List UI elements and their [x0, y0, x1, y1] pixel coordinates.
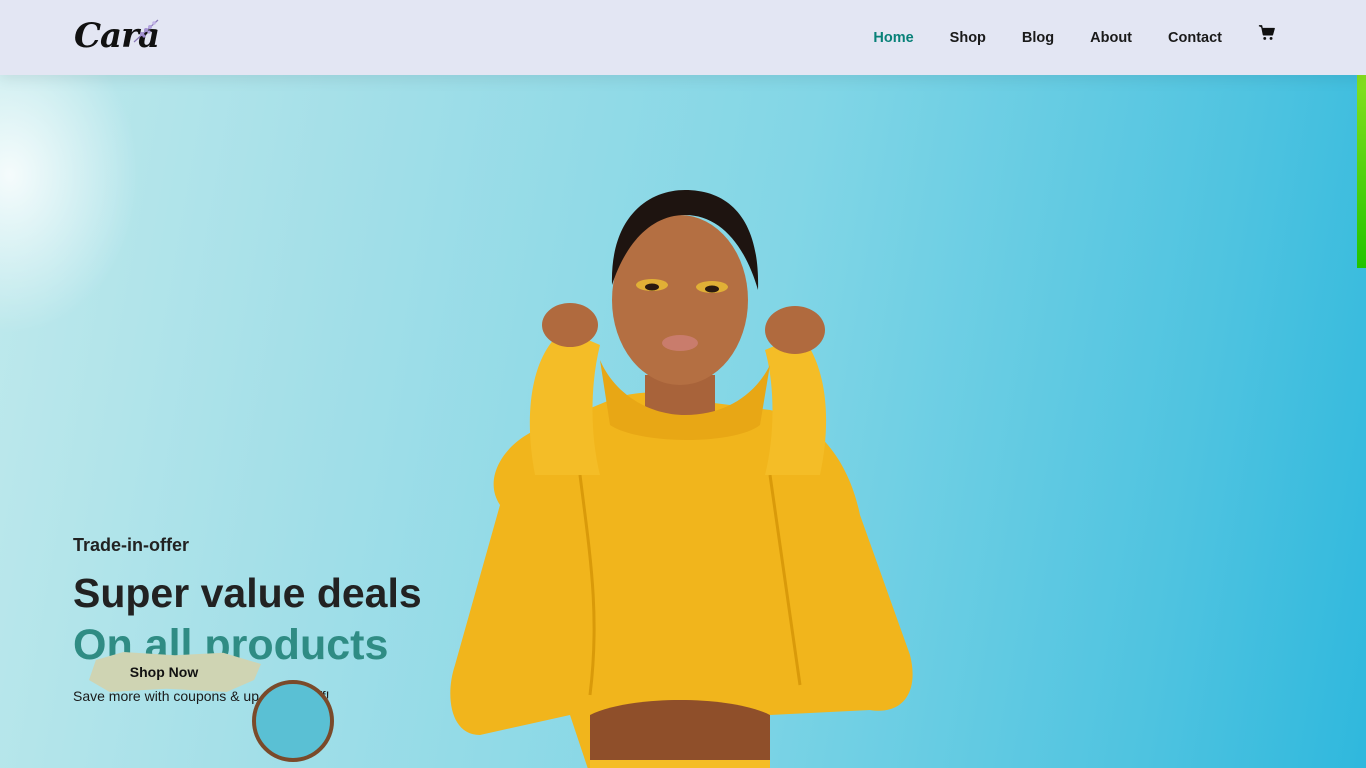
- hero-headline: Super value deals: [73, 570, 422, 616]
- main-nav: Home Shop Blog About Contact: [837, 0, 1276, 75]
- hero-tagline: Trade-in-offer: [73, 535, 190, 555]
- nav-about[interactable]: About: [1090, 30, 1132, 46]
- nav-shop[interactable]: Shop: [950, 30, 986, 46]
- logo[interactable]: Cara: [74, 14, 164, 58]
- shop-now-button[interactable]: Shop Now: [89, 652, 261, 692]
- decorative-circle: [252, 680, 334, 762]
- nav-contact[interactable]: Contact: [1168, 30, 1222, 46]
- nav-home[interactable]: Home: [873, 30, 913, 46]
- model-in-yellow-hoodie-image: [450, 190, 913, 768]
- scrollbar-thumb[interactable]: [1357, 75, 1366, 268]
- cart-link[interactable]: [1258, 25, 1276, 48]
- cart-icon: [1258, 25, 1275, 40]
- site-header: Cara Home Shop Blog About Contact: [0, 0, 1366, 75]
- sun-glow: [0, 75, 140, 335]
- nav-blog[interactable]: Blog: [1022, 30, 1054, 46]
- lavender-sprig-icon: [133, 19, 159, 43]
